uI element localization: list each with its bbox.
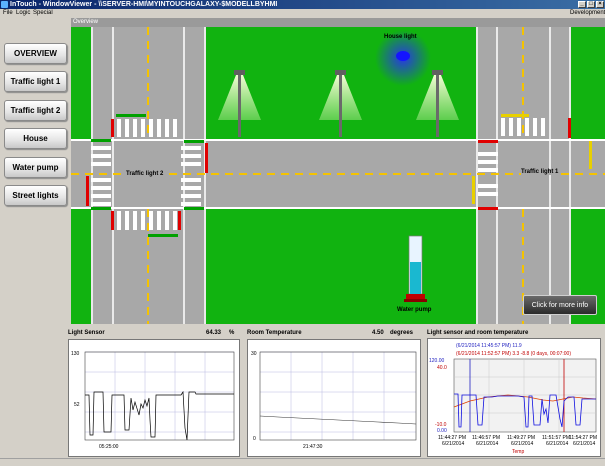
nav-traffic-light-1-button[interactable]: Traffic light 1 [4,71,67,92]
combined-xtick-2-date: 6/21/2014 [476,441,498,447]
room-temperature-value: 4.50 [372,330,384,336]
ls-ytick-130: 130 [71,351,80,357]
light-sensor-title: Light Sensor [68,330,105,336]
light-sensor-value: 64.33 [206,330,222,336]
title-bar: InTouch - WindowViewer - \\SERVER-HMI\MY… [0,0,605,9]
combined-xtick-3-date: 6/21/2014 [511,441,533,447]
rt-ytick-30: 30 [251,351,257,357]
nav-water-pump-button[interactable]: Water pump [4,157,67,178]
minimize-button[interactable]: _ [578,1,586,8]
window-title: InTouch - WindowViewer - \\SERVER-HMI\MY… [10,1,278,8]
menu-logic[interactable]: Logic [16,9,30,17]
rt-xtick: 21:47:30 [303,444,323,450]
room-temperature-title: Room Temperature [247,330,302,336]
room-temperature-panel: Room Temperature 4.50 degrees 30 0 21:47… [245,326,423,458]
overview-scene: Overview House light Traffic light 2 Tra… [71,18,605,324]
combined-trend-panel: Light sensor and room temperature (6/21/… [425,326,603,458]
street-light-1 [218,70,261,137]
nav-street-lights-button[interactable]: Street lights [4,185,67,206]
water-pump-label: Water pump [397,307,432,313]
ls-ytick-52: 52 [74,402,80,408]
house-light-label: House light [384,34,417,40]
combined-xtick-5-date: 6/21/2014 [573,441,595,447]
combined-trend: (6/21/2014 11:45:57 PM) 11.9 (6/21/2014 … [427,338,601,457]
ls-xtick: 05:25:00 [99,444,119,450]
water-pump-icon [404,235,427,302]
nav-overview-button[interactable]: OVERVIEW [4,43,67,64]
traffic-light-2-label: Traffic light 2 [126,171,164,177]
traffic-light-1-label: Traffic light 1 [521,169,559,175]
combined-x-axis-label: Temp [512,449,524,455]
room-temperature-trend: 30 0 21:47:30 [247,339,421,457]
light-sensor-unit: % [229,330,235,336]
more-info-button[interactable]: Click for more info [523,295,597,315]
menu-bar: File Logic Special Development [0,9,605,17]
close-button[interactable]: × [596,1,604,8]
app-icon [1,1,8,8]
menu-special[interactable]: Special [33,9,53,17]
combined-xtick-1-date: 6/21/2014 [442,441,464,447]
combined-title: Light sensor and room temperature [427,330,529,336]
nav-traffic-light-2-button[interactable]: Traffic light 2 [4,100,67,121]
nav-house-button[interactable]: House [4,128,67,149]
combined-ytick-0: 0.00 [437,428,447,434]
light-sensor-panel: Light Sensor 64.33 % 130 52 05:25:00 [66,326,242,458]
room-temperature-unit: degrees [390,330,414,336]
rt-ytick-0: 0 [253,436,256,442]
light-sensor-trend: 130 52 05:25:00 [68,339,240,457]
street-light-3 [416,70,459,137]
combined-ytick-120: 120.00 [429,358,445,364]
combined-legend-1: (6/21/2014 11:45:57 PM) 11.9 [456,343,522,349]
mode-label: Development [570,10,605,16]
combined-xtick-4-date: 6/21/2014 [546,441,568,447]
maximize-button[interactable]: □ [587,1,595,8]
menu-file[interactable]: File [3,9,13,17]
combined-ytick-40: 40.0 [437,365,447,371]
street-light-2 [319,70,362,137]
combined-legend-2: (6/21/2014 11:52:57 PM) 3.3 -8.8 (0 days… [456,351,571,357]
